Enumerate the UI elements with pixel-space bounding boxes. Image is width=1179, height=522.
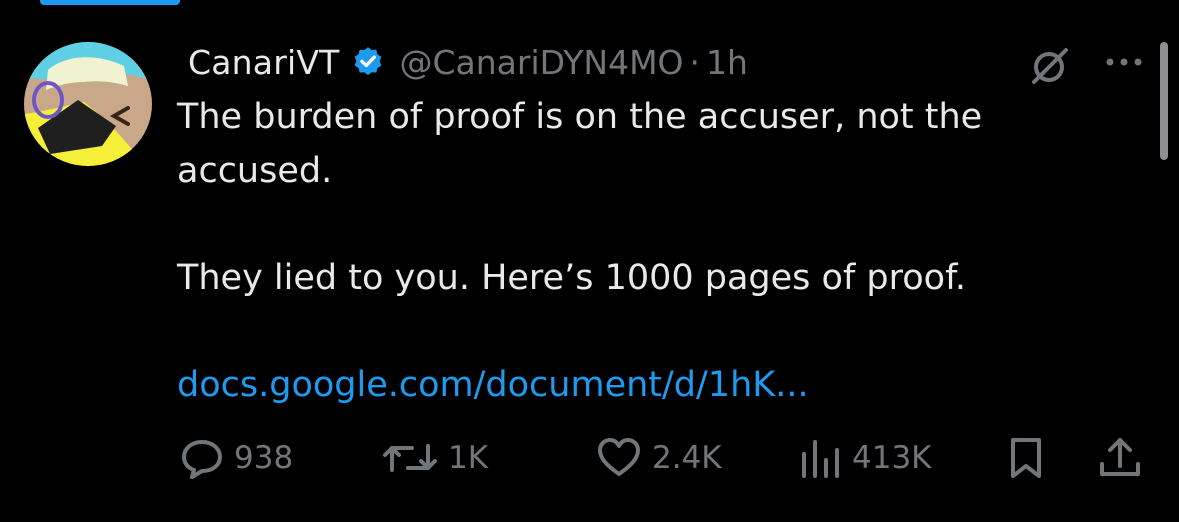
views-button[interactable]: 413K — [800, 430, 932, 486]
reply-button[interactable]: 938 — [180, 430, 293, 486]
action-bar: 938 1K 2.4K 413K — [0, 430, 1179, 486]
tweet-text-paragraph: They lied to you. Here’s 1000 pages of p… — [177, 258, 966, 298]
tweet-link[interactable]: docs.google.com/document/d/1hK... — [177, 358, 809, 412]
tweet-text: The burden of proof is on the accuser, n… — [177, 90, 1137, 198]
like-button[interactable]: 2.4K — [596, 430, 722, 486]
avatar[interactable] — [24, 42, 152, 166]
more-icon[interactable] — [1102, 54, 1146, 70]
author-handle[interactable]: @CanariDYN4MO — [399, 43, 683, 82]
bookmark-icon — [1011, 438, 1041, 478]
like-icon — [598, 438, 640, 476]
grok-icon[interactable] — [1028, 44, 1072, 88]
author-name[interactable]: CanariVT — [188, 43, 339, 82]
views-count: 413K — [852, 440, 932, 476]
reply-icon — [182, 440, 222, 479]
separator-dot: · — [689, 42, 701, 82]
repost-button[interactable]: 1K — [382, 430, 488, 486]
top-accent-bar — [40, 0, 180, 5]
views-icon — [802, 440, 839, 478]
bookmark-button[interactable] — [1008, 430, 1044, 486]
share-icon — [1100, 438, 1140, 476]
timestamp[interactable]: 1h — [706, 43, 748, 82]
repost-icon — [383, 444, 437, 472]
repost-count: 1K — [448, 440, 489, 476]
tweet-text-line: The burden of proof is on the accuser, n… — [177, 97, 983, 137]
like-count: 2.4K — [652, 440, 722, 476]
reply-count: 938 — [234, 440, 294, 476]
verified-badge-icon — [355, 47, 382, 76]
tweet-text-line: accused. — [177, 151, 333, 191]
scrollbar[interactable] — [1160, 42, 1168, 160]
tweet-header: CanariVT @CanariDYN4MO · 1h — [188, 36, 748, 88]
share-button[interactable] — [1098, 430, 1142, 486]
